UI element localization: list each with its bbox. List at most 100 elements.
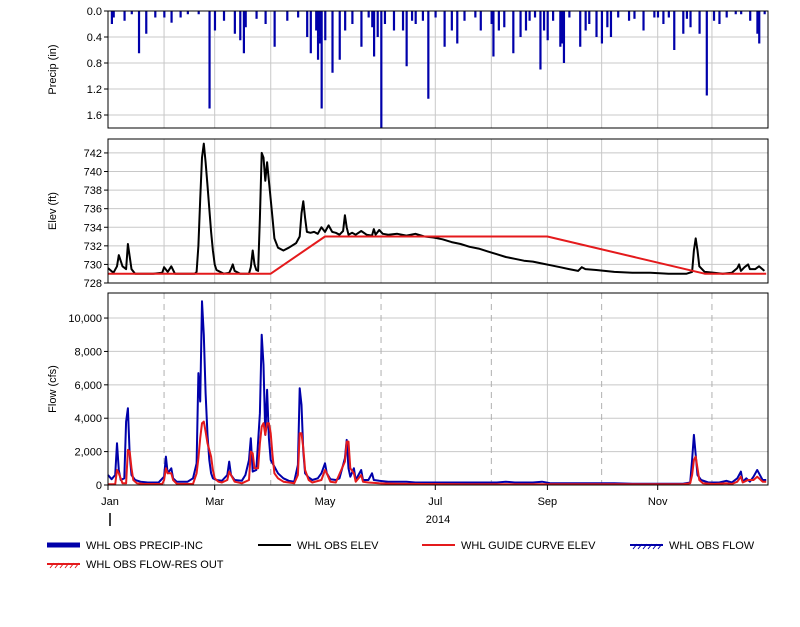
precip-bar (584, 11, 587, 31)
precip-bar (524, 11, 528, 31)
hydrology-chart: 0.00.40.81.21.6Precip (in) 7427407387367… (47, 6, 769, 571)
precip-bar (297, 11, 300, 18)
legend-label: WHL OBS FLOW-RES OUT (86, 559, 224, 571)
precip-bar (450, 11, 453, 31)
legend: WHL OBS PRECIP-INC WHL OBS ELEV WHL GUIDE … (47, 540, 755, 571)
precip-bar (662, 11, 665, 24)
precip-bar (443, 11, 446, 47)
y-axis-label: Elev (ft) (47, 192, 59, 230)
precip-bar (492, 11, 495, 57)
precip-bar (633, 11, 636, 19)
precip-bar (698, 11, 701, 34)
y-tick-label: 732 (84, 241, 102, 253)
y-tick-label: 4,000 (74, 413, 102, 425)
precip-bar (595, 11, 598, 37)
y-tick-label: 730 (84, 259, 102, 271)
y-tick-label: 1.2 (87, 84, 102, 96)
x-axis: Jan Mar May Jul Sep Nov 2014 (101, 485, 668, 526)
legend-label: WHL GUIDE CURVE ELEV (461, 540, 596, 552)
precip-bar (542, 11, 546, 31)
precip-bar (479, 11, 482, 31)
x-tick-label: Sep (538, 496, 558, 508)
y-tick-label: 0.0 (87, 6, 102, 18)
precip-bar (725, 11, 728, 18)
y-axis-label: Flow (cfs) (47, 365, 59, 413)
precip-bar (519, 11, 522, 37)
precip-bar (653, 11, 656, 18)
precip-bar (497, 11, 500, 31)
precip-bar (512, 11, 515, 54)
precip-bar (401, 11, 405, 31)
precip-bar (331, 11, 334, 73)
precip-bar (163, 11, 166, 18)
precip-bar (286, 11, 289, 21)
y-tick-label: 1.6 (87, 110, 102, 122)
precip-panel: 0.0 0.4 0.8 1.2 1.6 Precip (in) (47, 6, 769, 129)
precip-bar (427, 11, 430, 99)
precip-bar (528, 11, 531, 21)
precip-bar (405, 11, 408, 67)
precip-bar (309, 11, 312, 54)
x-tick-label: Mar (205, 496, 224, 508)
y-tick-label: 2,000 (74, 447, 102, 459)
precip-bar (351, 11, 354, 24)
precip-bar (344, 11, 347, 31)
y-tick-label: 0 (96, 480, 102, 492)
precip-bar (392, 11, 396, 31)
precip-bar (208, 11, 211, 109)
precip-bar (539, 11, 542, 70)
precip-bar (222, 11, 226, 21)
year-label: 2014 (426, 514, 450, 526)
precip-bar (414, 11, 417, 24)
precip-bar (588, 11, 591, 24)
precip-bar (145, 11, 148, 34)
precip-bar (376, 11, 379, 37)
precip-bar (320, 11, 323, 109)
precip-bar (154, 11, 157, 18)
precip-bar (255, 11, 258, 19)
precip-bar (338, 11, 341, 60)
precip-bar (410, 11, 414, 21)
plot-area (108, 11, 768, 128)
precip-bar (463, 11, 466, 21)
precip-bar (233, 11, 236, 34)
y-tick-label: 740 (84, 167, 102, 179)
precip-bar (758, 11, 761, 44)
precip-bar (552, 11, 555, 21)
legend-label: WHL OBS FLOW (669, 540, 755, 552)
y-tick-label: 10,000 (68, 313, 102, 325)
legend-label: WHL OBS PRECIP-INC (86, 540, 203, 552)
precip-bar (609, 11, 613, 37)
precip-bar (170, 11, 173, 23)
precip-bar (372, 11, 376, 57)
precip-bar (617, 11, 620, 18)
y-tick-label: 734 (84, 222, 102, 234)
flow-panel: 10,000 8,000 6,000 4,000 2,000 0 Flow (cfs) (47, 292, 769, 492)
precip-bar (642, 11, 645, 31)
precip-bar (685, 11, 689, 19)
precip-bar (673, 11, 676, 50)
precip-bar (579, 11, 582, 47)
precip-bar (503, 11, 506, 28)
precip-bar (606, 11, 609, 28)
y-tick-label: 738 (84, 185, 102, 197)
precip-bar (179, 11, 182, 18)
precip-bar (689, 11, 692, 28)
precip-bar (568, 11, 571, 18)
precip-bar (533, 11, 537, 18)
x-tick-label: Jan (101, 496, 119, 508)
y-tick-label: 0.8 (87, 58, 102, 70)
precip-bar (112, 11, 115, 18)
precip-bar (627, 11, 631, 21)
precip-bar (306, 11, 309, 37)
plot-area (108, 293, 768, 485)
precip-bar (367, 11, 370, 18)
precip-bar (380, 11, 383, 128)
y-tick-label: 742 (84, 148, 102, 160)
x-tick-label: May (315, 496, 336, 508)
precip-bar (667, 11, 670, 18)
precip-bar (682, 11, 685, 34)
x-tick-label: Jul (428, 496, 442, 508)
precip-bar (656, 11, 660, 18)
elev-panel: 742 740 738 736 734 732 730 728 Elev (ft) (47, 138, 769, 290)
